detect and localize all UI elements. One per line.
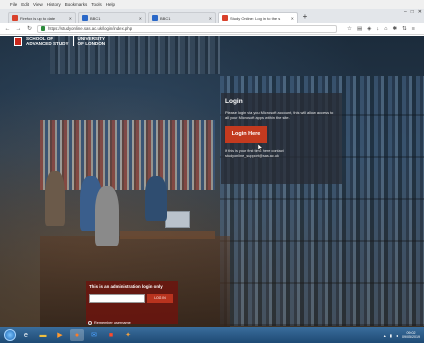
download-icon[interactable]: ↓ — [376, 26, 379, 32]
crest-icon — [14, 36, 22, 46]
close-icon[interactable]: ✕ — [291, 16, 294, 21]
media-icon[interactable]: ▶ — [53, 329, 67, 341]
login-panel: Login Please login via you Microsoft acc… — [221, 93, 342, 184]
menu-history[interactable]: History — [47, 2, 61, 7]
tab-bbc1-a[interactable]: BBC1 ✕ — [78, 12, 146, 23]
menu-icon[interactable]: ≡ — [412, 26, 415, 32]
firefox-icon — [12, 15, 18, 21]
tab-label: BBC1 — [160, 15, 171, 21]
mouse-cursor-icon — [258, 144, 263, 151]
login-contact-note: If this is your first time here contact … — [225, 149, 284, 159]
site-icon — [222, 15, 228, 21]
tray-arrow-icon[interactable]: ▴ — [384, 333, 386, 338]
logo-university: UNIVERSITY OF LONDON — [77, 36, 106, 46]
toolbar-icons: ☆ ▤ ◈ ↓ ⌂ ✱ ⇅ ≡ — [347, 26, 415, 32]
login-here-button[interactable]: Login Here — [225, 126, 267, 144]
new-tab-button[interactable]: + — [300, 12, 310, 23]
admin-title: This is an administration login only — [89, 284, 163, 289]
address-bar: ← → ↻ https://studyonline.sas.ac.uk/logi… — [0, 23, 424, 35]
volume-icon[interactable]: ◂ — [396, 333, 398, 338]
background-person — [95, 186, 119, 246]
login-instructions: Please login via you Microsoft account, … — [225, 110, 334, 121]
clock-date: 09/05/2019 — [402, 335, 420, 339]
home-icon[interactable]: ⌂ — [384, 26, 387, 32]
reader-icon[interactable]: ▤ — [357, 26, 362, 32]
maximize-icon[interactable]: □ — [411, 9, 414, 15]
start-button[interactable] — [4, 329, 16, 341]
background-laptop — [165, 211, 190, 228]
reload-icon[interactable]: ↻ — [26, 25, 33, 32]
close-window-icon[interactable]: ✕ — [418, 9, 422, 15]
background-person — [145, 176, 167, 221]
admin-login-button[interactable]: LOG IN — [147, 294, 173, 303]
close-icon[interactable]: ✕ — [139, 16, 142, 21]
star-icon[interactable]: ☆ — [347, 26, 352, 32]
folder-icon[interactable]: ▬ — [36, 329, 50, 341]
background-table — [120, 231, 215, 239]
menu-view[interactable]: View — [33, 2, 43, 7]
tab-study-online[interactable]: Study Online: Log in to the s ✕ — [218, 12, 298, 23]
username-input[interactable] — [89, 294, 145, 303]
window-controls: – □ ✕ — [404, 9, 422, 15]
tab-label: Study Online: Log in to the s — [230, 15, 281, 21]
logo-school: SCHOOL OF ADVANCED STUDY — [26, 36, 69, 46]
bbc-icon — [152, 15, 158, 21]
close-icon[interactable]: ✕ — [69, 16, 72, 21]
network-icon[interactable]: ▮ — [390, 333, 392, 338]
remember-checkbox[interactable] — [88, 321, 92, 325]
system-tray: ▴ ▮ ◂ 09:02 09/05/2019 — [384, 331, 424, 340]
windows-taskbar: e ▬ ▶ ● ✉ ■ ✦ ▴ ▮ ◂ 09:02 09/05/2019 — [0, 327, 424, 343]
extension-icon[interactable]: ✱ — [392, 26, 397, 32]
lock-icon — [41, 26, 45, 31]
login-heading: Login — [225, 98, 243, 105]
admin-login-box: This is an administration login only LOG… — [86, 281, 178, 324]
menu-file[interactable]: File — [10, 2, 17, 7]
remember-label: Remember username — [94, 321, 131, 325]
site-logo[interactable]: SCHOOL OF ADVANCED STUDY UNIVERSITY OF L… — [14, 36, 105, 46]
menu-tools[interactable]: Tools — [91, 2, 102, 7]
back-icon[interactable]: ← — [4, 26, 11, 32]
tab-strip: Firefox is up to date ✕ BBC1 ✕ BBC1 ✕ St… — [0, 9, 424, 23]
menu-edit[interactable]: Edit — [21, 2, 29, 7]
menu-help[interactable]: Help — [106, 2, 115, 7]
remember-username[interactable]: Remember username — [88, 321, 131, 325]
login-page: SCHOOL OF ADVANCED STUDY UNIVERSITY OF L… — [0, 36, 424, 327]
outlook-icon[interactable]: ✉ — [87, 329, 101, 341]
tab-label: Firefox is up to date — [20, 15, 56, 21]
bbc-icon — [82, 15, 88, 21]
logo-divider — [72, 36, 74, 46]
tab-bbc1-b[interactable]: BBC1 ✕ — [148, 12, 216, 23]
menu-bookmarks[interactable]: Bookmarks — [65, 2, 88, 7]
firefox-taskbar-icon[interactable]: ● — [70, 329, 84, 341]
forward-icon[interactable]: → — [15, 26, 22, 32]
close-icon[interactable]: ✕ — [209, 16, 212, 21]
sync-icon[interactable]: ⇅ — [402, 26, 407, 32]
app-icon[interactable]: ✦ — [121, 329, 135, 341]
background-person — [45, 171, 65, 226]
url-field[interactable]: https://studyonline.sas.ac.uk/login/inde… — [37, 24, 337, 33]
minimize-icon[interactable]: – — [404, 9, 407, 15]
office-icon[interactable]: ■ — [104, 329, 118, 341]
tab-firefox-update[interactable]: Firefox is up to date ✕ — [8, 12, 76, 23]
ie-icon[interactable]: e — [19, 329, 33, 341]
background-books — [40, 120, 215, 190]
pocket-icon[interactable]: ◈ — [367, 26, 371, 32]
url-text: https://studyonline.sas.ac.uk/login/inde… — [48, 26, 133, 31]
clock[interactable]: 09:02 09/05/2019 — [402, 331, 420, 340]
menu-bar: File Edit View History Bookmarks Tools H… — [0, 0, 424, 9]
tab-label: BBC1 — [90, 15, 101, 21]
